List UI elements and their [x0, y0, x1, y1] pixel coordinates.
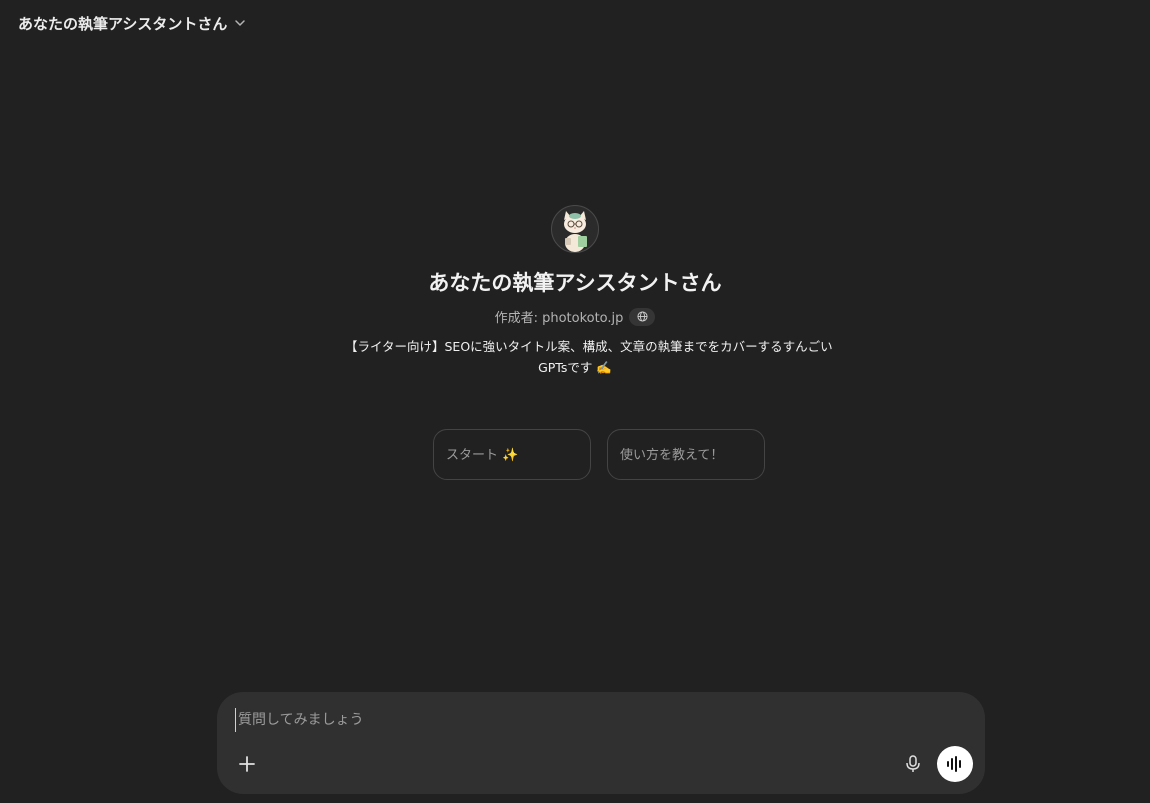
composer — [217, 692, 985, 794]
author-row: 作成者: photokoto.jp — [495, 307, 656, 326]
gpt-switcher-title: あなたの執筆アシスタントさん — [18, 14, 228, 33]
conversation-starters: スタート ✨ 使い方を教えて！ — [433, 429, 765, 480]
app-root: あなたの執筆アシスタントさん あなたの執筆アシスタントさん 作成者: photo… — [0, 0, 1150, 803]
description-line-2: GPTsです ✍️ — [538, 360, 612, 375]
description-line-1: 【ライター向け】SEOに強いタイトル案、構成、文章の執筆までをカバーするすんごい — [345, 339, 833, 354]
microphone-icon[interactable] — [897, 748, 929, 780]
starter-how-to-use[interactable]: 使い方を教えて！ — [607, 429, 765, 480]
starter-start[interactable]: スタート ✨ — [433, 429, 591, 480]
voice-mode-icon[interactable] — [937, 746, 973, 782]
chevron-down-icon — [233, 16, 247, 30]
prompt-input[interactable] — [235, 708, 880, 732]
globe-icon[interactable] — [629, 307, 656, 326]
cat-writer-avatar — [551, 205, 599, 253]
plus-icon[interactable] — [231, 748, 263, 780]
gpt-description: 【ライター向け】SEOに強いタイトル案、構成、文章の執筆までをカバーするすんごい… — [345, 336, 833, 378]
author-label: 作成者: photokoto.jp — [494, 311, 624, 326]
gpt-profile: あなたの執筆アシスタントさん 作成者: photokoto.jp 【ライター向け… — [0, 205, 1150, 378]
gpt-name: あなたの執筆アシスタントさん — [428, 271, 722, 295]
gpt-switcher[interactable]: あなたの執筆アシスタントさん — [10, 8, 255, 38]
